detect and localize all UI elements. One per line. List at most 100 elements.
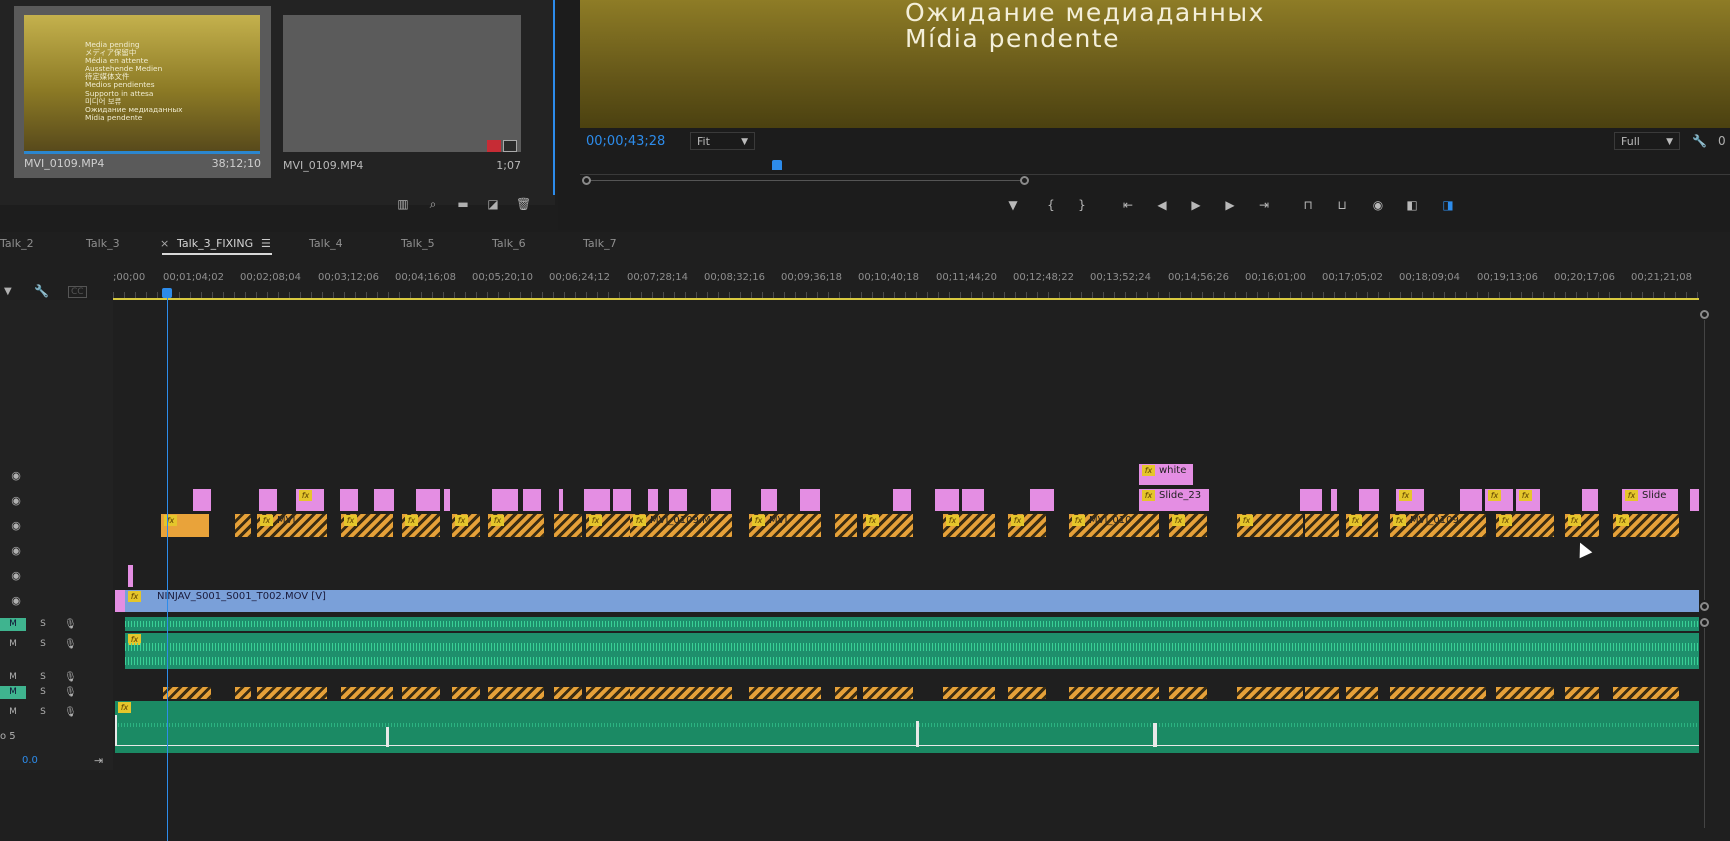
scroll-handle[interactable] [1700, 618, 1709, 627]
clip[interactable]: fx [296, 489, 324, 511]
clip[interactable] [1359, 489, 1379, 511]
media-thumbnail[interactable]: MVI_0109.MP4 1;07 [283, 6, 521, 178]
clip[interactable] [128, 565, 133, 587]
clip-mvi-0109[interactable]: fx MVI_0109. [1390, 514, 1486, 537]
monitor-playhead[interactable] [772, 160, 782, 170]
eye-icon[interactable]: ◉ [9, 495, 23, 506]
go-to-end-icon[interactable]: ⇥ [94, 754, 103, 767]
clip-slide[interactable]: fx Slide [1622, 489, 1678, 511]
clip[interactable] [115, 590, 125, 612]
clip[interactable] [584, 489, 610, 511]
lift-icon[interactable]: ⊓ [1300, 198, 1316, 212]
monitor-time-ruler[interactable] [580, 160, 1730, 175]
resolution-select[interactable]: Full ▼ [1614, 132, 1680, 150]
clip[interactable] [761, 489, 777, 511]
list-view-icon[interactable]: ▥ [396, 198, 410, 210]
audio-clip[interactable] [488, 687, 544, 699]
audio-clip[interactable] [586, 687, 632, 699]
clip[interactable] [711, 489, 731, 511]
audio-clip[interactable] [125, 617, 1699, 631]
keyframe[interactable] [1153, 723, 1157, 747]
tab-talk-3[interactable]: Talk_3 [86, 237, 120, 250]
clip-mvi-0109[interactable]: fx MVI_0109.M [630, 514, 732, 537]
volume-rubberband[interactable] [115, 745, 1699, 746]
clip[interactable]: fx [1485, 489, 1513, 511]
clip[interactable]: fx [402, 514, 440, 537]
timeline-settings-icon[interactable]: 🔧 [34, 284, 49, 298]
clip[interactable]: fx [1396, 489, 1424, 511]
clip-mvi[interactable]: fx MVI [257, 514, 327, 537]
audio-clip[interactable] [554, 687, 582, 699]
audio-clip[interactable] [1613, 687, 1679, 699]
clip-mvi-010[interactable]: fx MVI_010 [1069, 514, 1159, 537]
audio-clip[interactable] [1169, 687, 1207, 699]
clip[interactable]: fx [1565, 514, 1599, 537]
zoom-end-handle[interactable] [1020, 176, 1029, 185]
extract-icon[interactable]: ⊔ [1334, 198, 1350, 212]
new-item-icon[interactable]: ◪ [486, 198, 500, 210]
clip[interactable] [554, 514, 582, 537]
keyframe[interactable] [115, 715, 117, 746]
solo-button[interactable]: S [38, 638, 48, 651]
eye-icon[interactable]: ◉ [9, 595, 23, 606]
add-marker-icon[interactable]: ▼ [1005, 198, 1021, 212]
tab-talk-3-fixing[interactable]: Talk_3_FIXING [177, 237, 253, 250]
media-thumbnail[interactable]: Media pending メディア保留中 Média en attente A… [14, 6, 271, 178]
audio-clip[interactable] [1390, 687, 1486, 699]
mute-button[interactable]: M [0, 618, 26, 631]
solo-button[interactable]: S [38, 706, 48, 719]
keyframe[interactable] [916, 721, 919, 747]
clip[interactable] [800, 489, 820, 511]
clip[interactable] [893, 489, 911, 511]
clip[interactable] [1305, 514, 1339, 537]
zoom-start-handle[interactable] [582, 176, 591, 185]
tab-talk-4[interactable]: Talk_4 [309, 237, 343, 250]
clip[interactable]: fx [1237, 514, 1303, 537]
tab-menu-icon[interactable]: ☰ [261, 237, 271, 250]
eye-icon[interactable]: ◉ [9, 545, 23, 556]
clip[interactable] [416, 489, 440, 511]
clip[interactable] [1690, 489, 1699, 511]
audio-clip[interactable] [1346, 687, 1378, 699]
camera-icon[interactable]: ◉ [1370, 198, 1386, 212]
solo-button[interactable]: S [38, 671, 48, 684]
mic-icon[interactable]: 🎙 [64, 618, 77, 631]
clip[interactable] [613, 489, 631, 511]
mute-button[interactable]: M [0, 671, 26, 684]
clip-white[interactable]: fx white [1139, 464, 1193, 485]
audio-clip[interactable] [1237, 687, 1303, 699]
add-marker-icon[interactable]: ▼ [4, 286, 12, 297]
scroll-handle-top[interactable] [1700, 310, 1709, 319]
mic-icon[interactable]: 🎙 [64, 686, 77, 699]
audio-clip[interactable]: fx [125, 633, 1699, 669]
monitor-zoom-bar[interactable] [583, 180, 1023, 181]
keyframe[interactable] [386, 727, 389, 747]
zoom-select[interactable]: Fit ▼ [690, 132, 755, 150]
clip[interactable] [235, 514, 251, 537]
solo-button[interactable]: S [38, 686, 48, 699]
clip[interactable]: fx [1346, 514, 1378, 537]
audio-clip[interactable] [1008, 687, 1046, 699]
audio-clip[interactable] [1069, 687, 1159, 699]
mark-in-icon[interactable]: { [1043, 198, 1059, 212]
clip[interactable]: fx [1496, 514, 1554, 537]
audio-clip[interactable] [1565, 687, 1599, 699]
audio-clip[interactable] [402, 687, 440, 699]
work-area-bar[interactable] [113, 298, 1699, 300]
master-volume-value[interactable]: 0.0 [22, 755, 38, 766]
audio-clip[interactable] [1305, 687, 1339, 699]
program-timecode[interactable]: 00;00;43;28 [586, 134, 665, 149]
folder-icon[interactable]: ▬ [456, 198, 470, 210]
multi-camera-icon[interactable]: ◨ [1440, 198, 1456, 212]
eye-icon[interactable]: ◉ [9, 570, 23, 581]
solo-button[interactable]: S [38, 618, 48, 631]
audio-clip[interactable] [163, 687, 211, 699]
clip[interactable] [648, 489, 658, 511]
eye-icon[interactable]: ◉ [9, 520, 23, 531]
clip[interactable] [193, 489, 211, 511]
mute-button[interactable]: M [0, 638, 26, 651]
clip[interactable] [444, 489, 450, 511]
trash-icon[interactable]: 🗑 [516, 198, 531, 210]
audio-clip[interactable] [341, 687, 393, 699]
clip[interactable]: fx [341, 514, 393, 537]
